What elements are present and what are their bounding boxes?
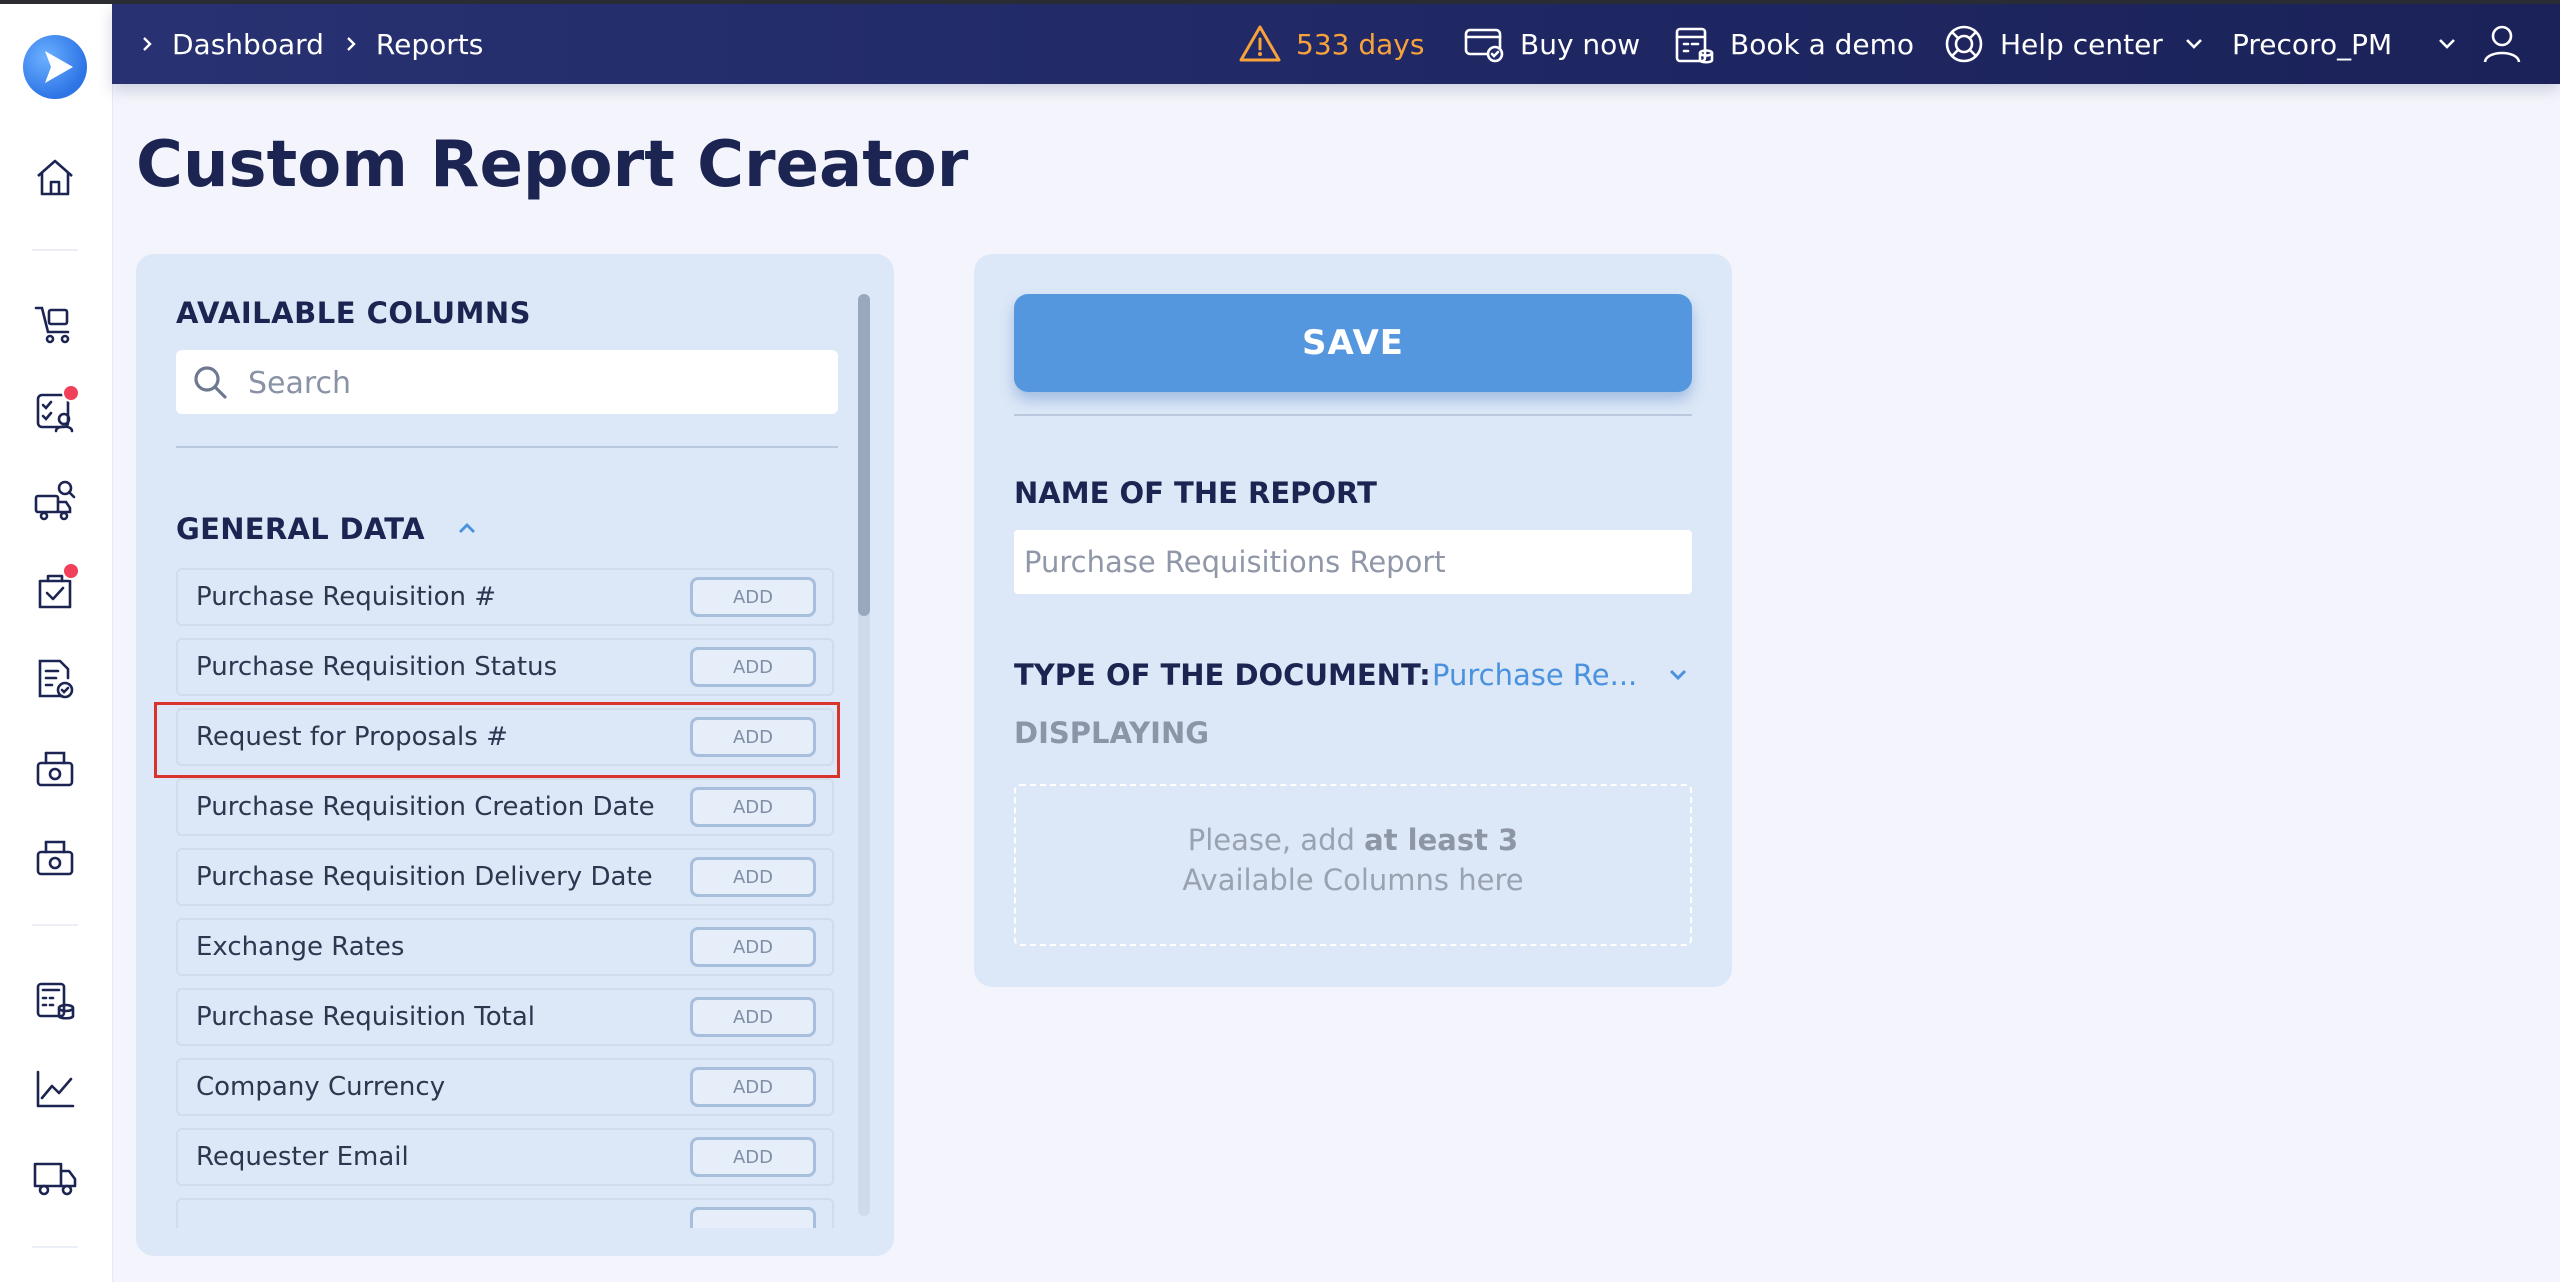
buy-icon <box>1464 28 1504 63</box>
document-type-select[interactable]: Purchase Re... <box>1432 658 1691 692</box>
add-button[interactable]: ADD <box>690 787 816 827</box>
help-center-label: Help center <box>2000 27 2163 61</box>
available-columns-title: AVAILABLE COLUMNS <box>176 296 532 330</box>
list-item: Exchange Rates ADD <box>176 918 834 976</box>
search-input[interactable] <box>246 350 830 416</box>
logo-icon[interactable] <box>23 35 87 99</box>
payment-icon[interactable] <box>32 834 78 880</box>
add-button[interactable]: ADD <box>690 927 816 967</box>
column-label: Exchange Rates <box>196 932 405 962</box>
breadcrumb-dashboard[interactable]: Dashboard <box>172 28 324 61</box>
chevron-down-icon <box>2185 39 2202 49</box>
dropzone-text: Please, add <box>1187 823 1365 857</box>
budget-icon[interactable] <box>32 978 78 1024</box>
list-item: Company Currency ADD <box>176 1058 834 1116</box>
list-item: Purchase Requisition Total ADD <box>176 988 834 1046</box>
report-name-label: NAME OF THE REPORT <box>1014 476 1377 510</box>
top-header: Dashboard Reports 533 days Buy now Book … <box>112 4 2560 84</box>
invoice-icon[interactable] <box>32 656 78 702</box>
document-type-label: TYPE OF THE DOCUMENT: <box>1014 658 1431 692</box>
account-name: Precoro_PM <box>2232 27 2393 61</box>
report-name-input[interactable] <box>1014 530 1692 594</box>
buy-now-link[interactable]: Buy now <box>1462 4 1640 84</box>
search-icon <box>194 366 227 399</box>
user-icon[interactable] <box>2480 22 2524 66</box>
home-icon[interactable] <box>32 154 78 200</box>
list-item: Purchase Requisition Delivery Date ADD <box>176 848 834 906</box>
list-item <box>176 1198 834 1228</box>
warning-icon <box>1239 25 1281 62</box>
sidebar-divider <box>32 924 78 926</box>
calendar-icon <box>1675 27 1714 64</box>
sidebar-divider <box>32 1246 78 1248</box>
help-icon <box>1945 25 1983 63</box>
column-label: Purchase Requisition Creation Date <box>196 792 655 822</box>
suppliers-icon[interactable] <box>32 478 78 524</box>
column-label: Company Currency <box>196 1072 446 1102</box>
breadcrumb: Dashboard Reports <box>136 4 483 84</box>
list-item: Purchase Requisition Creation Date ADD <box>176 778 834 836</box>
scrollbar-thumb[interactable] <box>858 294 870 616</box>
add-button[interactable]: ADD <box>690 1137 816 1177</box>
buy-now-label: Buy now <box>1520 27 1641 61</box>
group-title: GENERAL DATA <box>176 512 425 546</box>
add-button[interactable]: ADD <box>690 577 816 617</box>
breadcrumb-reports[interactable]: Reports <box>376 28 483 61</box>
save-button[interactable]: SAVE <box>1014 294 1692 392</box>
trial-days-text: 533 days <box>1296 27 1425 61</box>
column-label: Purchase Requisition # <box>196 582 497 612</box>
account-menu[interactable]: Precoro_PM <box>2232 4 2538 84</box>
chevron-up-icon <box>458 523 475 533</box>
dropzone-emphasis: at least 3 <box>1364 823 1519 857</box>
notification-badge <box>62 562 80 580</box>
dropzone-text-line2: Available Columns here <box>1182 863 1524 897</box>
general-data-toggle[interactable]: GENERAL DATA <box>176 512 479 546</box>
add-button[interactable]: ADD <box>690 1067 816 1107</box>
columns-dropzone[interactable]: Please, add at least 3 Available Columns… <box>1014 784 1692 946</box>
chevron-down-icon <box>2439 39 2456 49</box>
report-settings-panel: SAVE NAME OF THE REPORT TYPE OF THE DOCU… <box>974 254 1732 987</box>
add-button[interactable]: ADD <box>690 857 816 897</box>
list-item: Purchase Requisition # ADD <box>176 568 834 626</box>
sidebar <box>0 4 113 1282</box>
column-label: Purchase Requisition Total <box>196 1002 535 1032</box>
analytics-icon[interactable] <box>32 1066 78 1112</box>
receipt-icon[interactable] <box>32 745 78 791</box>
page-title: Custom Report Creator <box>136 128 969 202</box>
column-list: Purchase Requisition # ADD Purchase Requ… <box>176 568 836 1228</box>
divider <box>176 446 838 448</box>
add-button[interactable] <box>690 1207 816 1228</box>
trial-warning[interactable]: 533 days <box>1238 4 1424 84</box>
book-demo-link[interactable]: Book a demo <box>1672 4 1914 84</box>
chevron-right-icon <box>347 37 356 51</box>
chevron-down-icon <box>1670 669 1687 681</box>
document-type-value: Purchase Re... <box>1432 658 1638 692</box>
list-item: Requester Email ADD <box>176 1128 834 1186</box>
list-item: Purchase Requisition Status ADD <box>176 638 834 696</box>
book-demo-label: Book a demo <box>1730 27 1915 61</box>
add-button[interactable]: ADD <box>690 647 816 687</box>
chevron-right-icon <box>143 37 152 51</box>
add-button[interactable]: ADD <box>690 997 816 1037</box>
highlight-box <box>154 702 840 778</box>
help-center-menu[interactable]: Help center <box>1942 4 2207 84</box>
cart-icon[interactable] <box>32 300 78 346</box>
column-label: Purchase Requisition Status <box>196 652 558 682</box>
column-label: Requester Email <box>196 1142 409 1172</box>
sidebar-divider <box>32 249 78 251</box>
notification-badge <box>62 384 80 402</box>
search-box <box>176 350 838 416</box>
delivery-icon[interactable] <box>32 1154 78 1200</box>
divider <box>1014 414 1692 416</box>
displaying-label: DISPLAYING <box>1014 716 1210 750</box>
column-label: Purchase Requisition Delivery Date <box>196 862 653 892</box>
